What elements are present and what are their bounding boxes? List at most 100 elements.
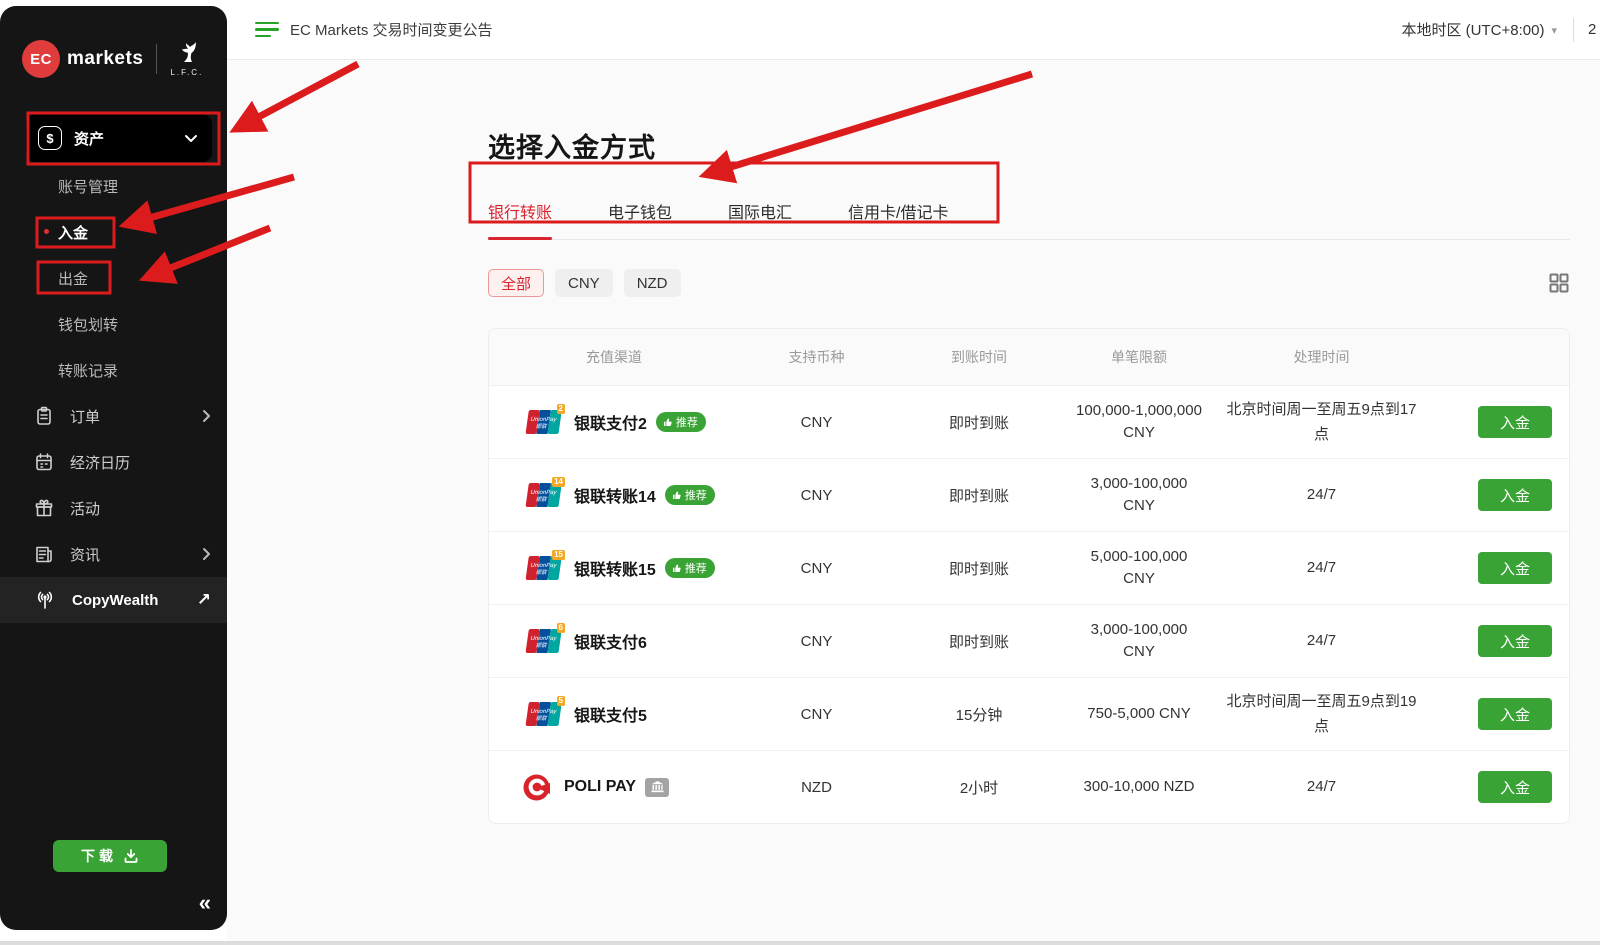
- main-content: 选择入金方式 银行转账 电子钱包 国际电汇 信用卡/借记卡 全部 CNY NZD: [227, 60, 1600, 941]
- currency-filter-row: 全部 CNY NZD: [488, 269, 1570, 297]
- announcement-link[interactable]: EC Markets 交易时间变更公告: [255, 19, 493, 40]
- currency-value: CNY: [801, 706, 833, 723]
- sidebar-item-news[interactable]: 资讯: [0, 531, 227, 577]
- col-header-channel: 充值渠道: [489, 347, 739, 367]
- external-link-icon: ↗: [197, 590, 211, 610]
- col-header-processing: 处理时间: [1214, 347, 1429, 367]
- filter-chip-cny[interactable]: CNY: [555, 269, 613, 297]
- processing-value: 北京时间周一至周五9点到19点: [1223, 689, 1421, 740]
- currency-value: CNY: [801, 633, 833, 650]
- download-button[interactable]: 下载: [53, 840, 167, 872]
- deposit-channels-table: 充值渠道 支持币种 到账时间 单笔限额 处理时间 UnionPay银联 2: [488, 328, 1570, 824]
- submenu-label: 钱包划转: [58, 314, 118, 335]
- channel-name: POLI PAY: [564, 778, 636, 796]
- processing-value: 24/7: [1307, 555, 1336, 581]
- recommended-badge: 推荐: [656, 412, 706, 432]
- clock-time: 2: [1588, 21, 1600, 38]
- svg-text:银联: 银联: [535, 715, 547, 722]
- svg-text:银联: 银联: [535, 642, 547, 649]
- tab-credit-debit-card[interactable]: 信用卡/借记卡: [848, 199, 948, 239]
- sidebar-item-account-management[interactable]: 账号管理: [0, 163, 227, 209]
- channel-name: 银联支付2: [574, 410, 647, 434]
- announcement-text: EC Markets 交易时间变更公告: [290, 19, 493, 40]
- unionpay-icon: UnionPay银联 6: [523, 628, 561, 654]
- submenu-label: 转账记录: [58, 360, 118, 381]
- topbar-divider: [1573, 18, 1574, 42]
- limit-value: 3,000-100,000 CNY: [1075, 619, 1203, 664]
- lfc-label: L.F.C.: [170, 68, 203, 77]
- filter-chip-all[interactable]: 全部: [488, 269, 544, 297]
- ec-logo-icon: EC: [22, 40, 60, 78]
- limit-value: 300-10,000 NZD: [1084, 776, 1195, 799]
- grid-icon: [1548, 272, 1570, 294]
- limit-value: 750-5,000 CNY: [1087, 703, 1190, 726]
- recommended-badge: 推荐: [665, 558, 715, 578]
- deposit-button[interactable]: 入金: [1478, 698, 1552, 730]
- limit-value: 5,000-100,000 CNY: [1075, 546, 1203, 591]
- calendar-icon: [34, 452, 54, 472]
- chevron-down-icon: ▾: [1551, 24, 1557, 37]
- brand-logo: EC markets L.F.C.: [0, 6, 227, 90]
- sidebar-item-economic-calendar[interactable]: 经济日历: [0, 439, 227, 485]
- table-body: UnionPay银联 2 银联支付2 推荐 CNY 即时到账 100,000-1…: [489, 385, 1569, 823]
- deposit-button[interactable]: 入金: [1478, 479, 1552, 511]
- col-header-currency: 支持币种: [739, 347, 894, 367]
- channel-number-badge: 6: [557, 623, 565, 633]
- recommended-label: 推荐: [685, 487, 707, 503]
- polipay-icon: [523, 774, 551, 800]
- limit-value: 100,000-1,000,000 CNY: [1075, 400, 1203, 445]
- page-bottom-strip: [0, 941, 1600, 945]
- logo-markets-text: markets: [67, 48, 143, 70]
- sidebar-item-copywealth[interactable]: CopyWealth ↗: [0, 577, 227, 623]
- sidebar-item-orders[interactable]: 订单: [0, 393, 227, 439]
- limit-value: 3,000-100,000 CNY: [1075, 473, 1203, 518]
- filter-chip-nzd[interactable]: NZD: [624, 269, 681, 297]
- deposit-button[interactable]: 入金: [1478, 406, 1552, 438]
- submenu-label: 出金: [58, 268, 88, 289]
- unionpay-icon: UnionPay银联 5: [523, 701, 561, 727]
- channel-number-badge: 14: [552, 477, 565, 487]
- tab-e-wallet[interactable]: 电子钱包: [608, 199, 672, 239]
- liver-bird-icon: [175, 41, 199, 67]
- app-window: EC markets L.F.C. $ 资产 账号管理 入金: [0, 0, 1600, 945]
- sidebar-item-label: 资产: [74, 128, 184, 149]
- currency-value: CNY: [801, 487, 833, 504]
- unionpay-icon: UnionPay银联 2: [523, 409, 561, 435]
- timezone-area: 本地时区 (UTC+8:00) ▾ 2: [1402, 18, 1600, 42]
- currency-value: CNY: [801, 560, 833, 577]
- sidebar-item-withdraw[interactable]: 出金: [0, 255, 227, 301]
- submenu-label: 账号管理: [58, 176, 118, 197]
- svg-text:银联: 银联: [535, 423, 547, 430]
- col-header-limit: 单笔限额: [1064, 347, 1214, 367]
- processing-value: 24/7: [1307, 482, 1336, 508]
- processing-value: 24/7: [1307, 628, 1336, 654]
- table-row: POLI PAY NZD 2小时 300-10,000 NZD 24/7 入金: [489, 750, 1569, 823]
- orders-icon: [34, 406, 54, 426]
- deposit-button[interactable]: 入金: [1478, 625, 1552, 657]
- timezone-selector[interactable]: 本地时区 (UTC+8:00): [1402, 19, 1545, 40]
- deposit-button[interactable]: 入金: [1478, 552, 1552, 584]
- wallet-dollar-icon: $: [38, 126, 62, 150]
- sidebar-item-deposit[interactable]: 入金: [0, 209, 227, 255]
- sidebar-item-transfer-records[interactable]: 转账记录: [0, 347, 227, 393]
- tab-bank-transfer[interactable]: 银行转账: [488, 199, 552, 239]
- arrival-value: 即时到账: [949, 412, 1009, 433]
- svg-text:银联: 银联: [535, 569, 547, 576]
- deposit-button[interactable]: 入金: [1478, 771, 1552, 803]
- currency-value: CNY: [801, 414, 833, 431]
- sidebar-item-wallet-transfer[interactable]: 钱包划转: [0, 301, 227, 347]
- sidebar-item-promotions[interactable]: 活动: [0, 485, 227, 531]
- sidebar-item-assets[interactable]: $ 资产: [26, 114, 212, 162]
- topbar: EC Markets 交易时间变更公告 本地时区 (UTC+8:00) ▾ 2: [227, 0, 1600, 60]
- svg-text:UnionPay: UnionPay: [530, 417, 558, 423]
- svg-text:UnionPay: UnionPay: [530, 490, 558, 496]
- tab-international-wire[interactable]: 国际电汇: [728, 199, 792, 239]
- chevron-down-icon: [184, 134, 198, 143]
- svg-text:UnionPay: UnionPay: [530, 563, 558, 569]
- channel-number-badge: 2: [557, 404, 565, 414]
- grid-view-toggle[interactable]: [1548, 272, 1570, 294]
- thumbs-up-icon: [671, 563, 682, 574]
- sidebar-collapse-button[interactable]: «: [199, 892, 211, 914]
- channel-name: 银联支付6: [574, 629, 647, 653]
- svg-text:UnionPay: UnionPay: [530, 709, 558, 715]
